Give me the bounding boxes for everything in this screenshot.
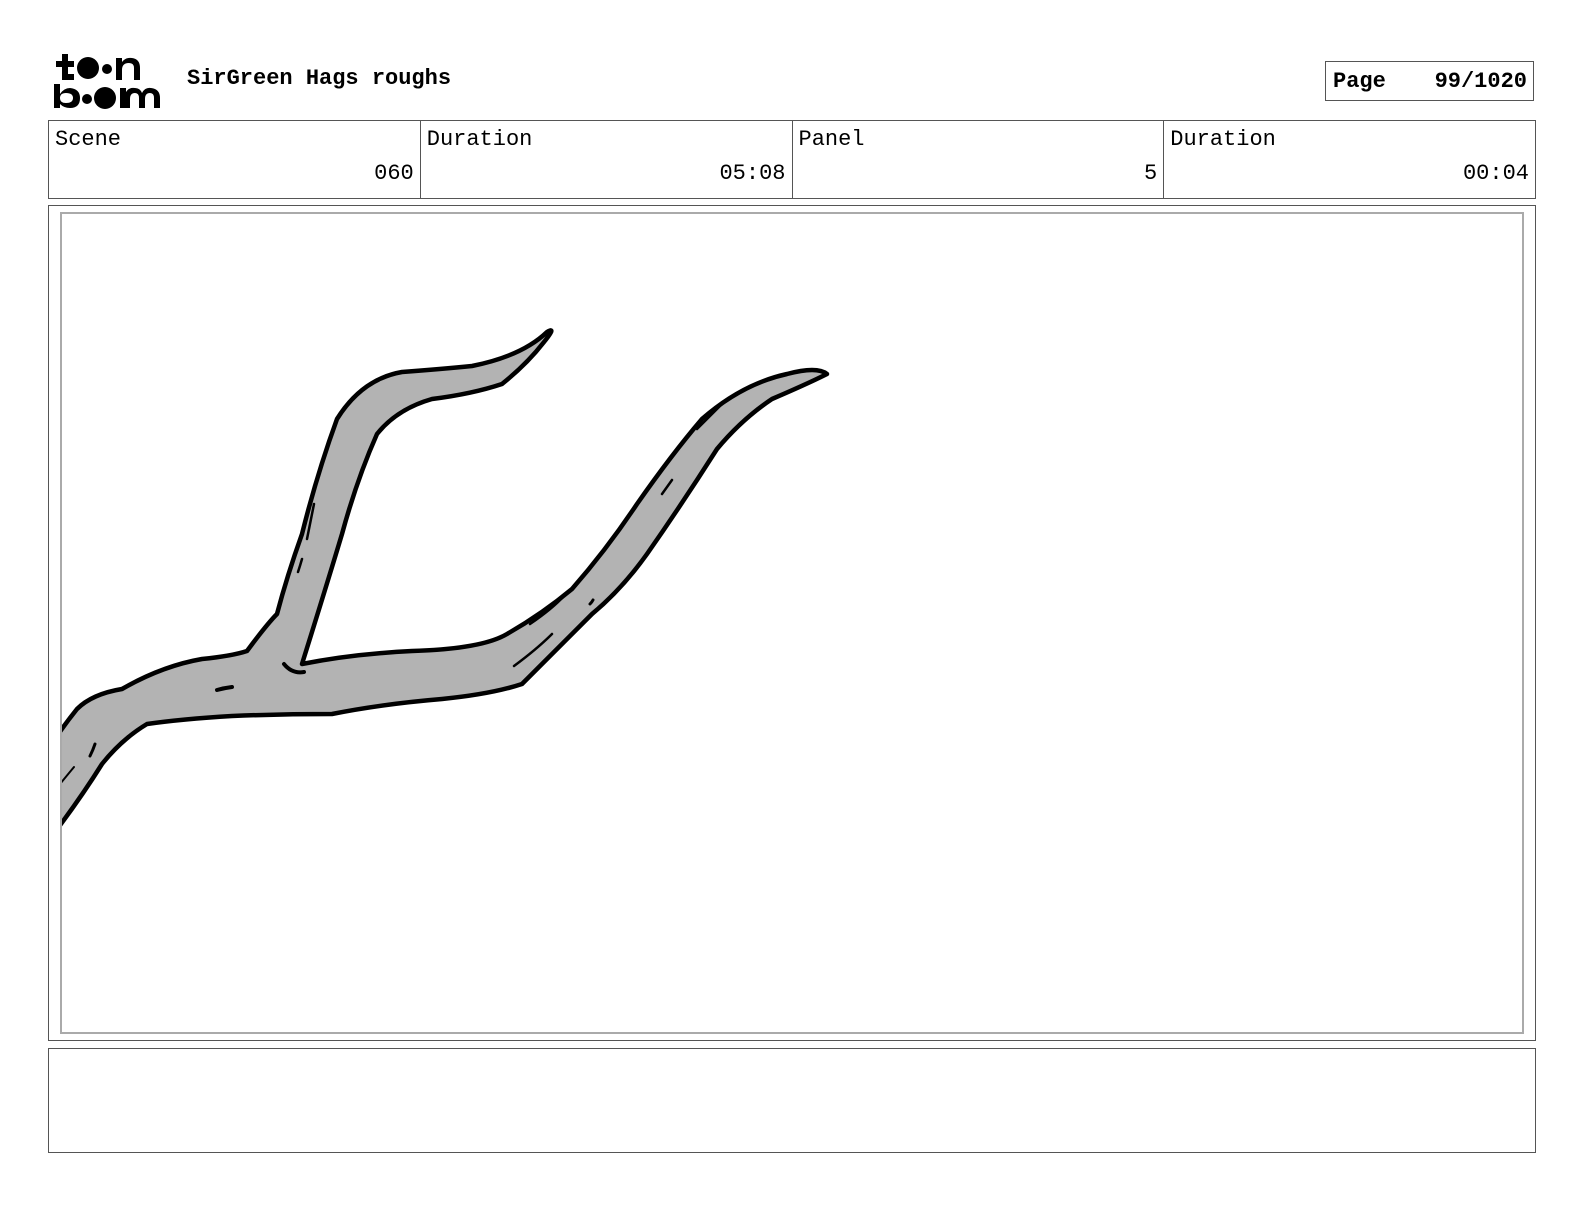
page-label: Page: [1333, 69, 1386, 94]
panel-value: 5: [1144, 161, 1158, 186]
logo-icon: [54, 54, 160, 109]
tree-branch-drawing: [62, 328, 830, 827]
panel-duration-value: 00:04: [1462, 161, 1529, 186]
page-number: 99/1020: [1434, 69, 1527, 94]
panel-cell: Panel 5: [793, 121, 1165, 198]
page-counter: Page 99/1020: [1325, 61, 1534, 101]
scene-duration-label: Duration: [426, 127, 533, 152]
panel-duration-cell: Duration 00:04: [1164, 121, 1535, 198]
toon-boom-logo: [52, 50, 164, 112]
panel-info-row: Scene 060 Duration 05:08 Panel 5 Duratio…: [48, 120, 1536, 199]
scene-duration-cell: Duration 05:08: [421, 121, 793, 198]
panel-image: [60, 212, 1524, 1034]
scene-cell: Scene 060: [49, 121, 421, 198]
branch-shape: [62, 328, 830, 827]
scene-value: 060: [374, 161, 414, 186]
panel-label: Panel: [798, 127, 865, 152]
scene-duration-value: 05:08: [719, 161, 786, 186]
scene-label: Scene: [55, 127, 122, 152]
project-title: SirGreen Hags roughs: [187, 66, 452, 91]
panel-notes-box: [48, 1048, 1536, 1153]
panel-duration-label: Duration: [1170, 127, 1276, 152]
